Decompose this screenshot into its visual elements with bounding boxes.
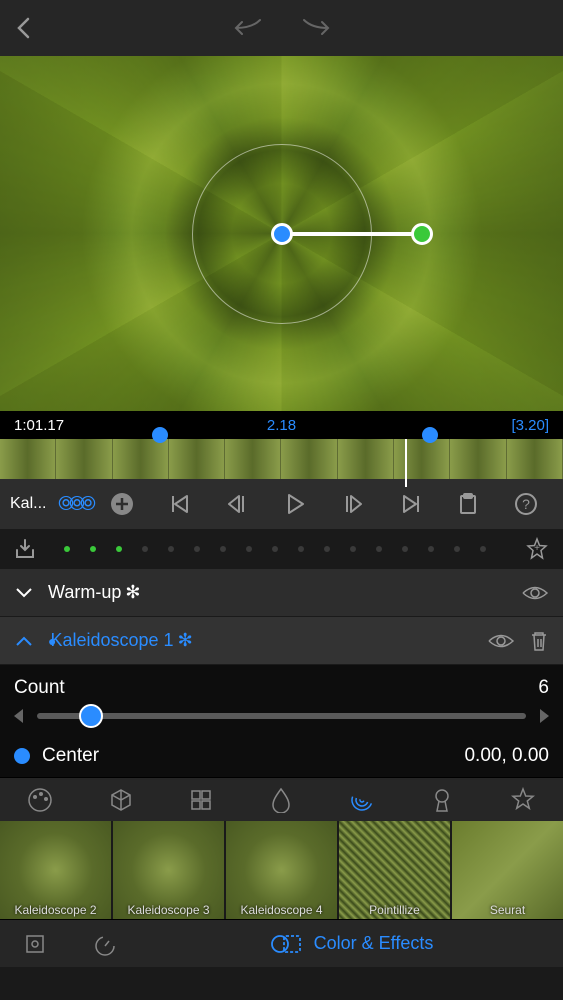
layer-dots — [54, 546, 517, 552]
add-keyframe-button[interactable] — [95, 492, 149, 516]
undo-button[interactable] — [234, 18, 266, 38]
effects-icon — [270, 932, 304, 956]
clipboard-button[interactable] — [442, 492, 496, 516]
play-button[interactable] — [268, 492, 322, 516]
go-end-button[interactable] — [384, 493, 438, 515]
slider-knob[interactable] — [79, 704, 103, 728]
tab-color-effects[interactable]: Color & Effects — [140, 932, 563, 956]
preset-item[interactable]: Kaleidoscope 2 — [0, 821, 111, 919]
preset-label: Kaleidoscope 2 — [0, 903, 111, 917]
prev-frame-button[interactable] — [211, 493, 265, 515]
help-button[interactable]: ? — [499, 492, 553, 516]
keyframe-indicator-icon[interactable] — [14, 748, 30, 764]
preset-item[interactable]: Kaleidoscope 4 — [226, 821, 337, 919]
count-slider[interactable] — [37, 713, 526, 719]
stamps-icon[interactable]: ⦾⦾⦾ — [58, 493, 91, 516]
param-label: Center — [42, 745, 452, 767]
visibility-toggle[interactable] — [487, 632, 515, 650]
timeline[interactable] — [0, 439, 563, 479]
playhead[interactable] — [405, 439, 407, 487]
tab-speed[interactable] — [70, 931, 140, 957]
effect-angle-line — [282, 232, 422, 236]
modified-icon: ✻ — [178, 630, 193, 650]
effect-label: Kal... — [10, 495, 54, 513]
back-button[interactable] — [16, 17, 30, 39]
preset-item[interactable]: Kaleidoscope 3 — [113, 821, 224, 919]
tab-grid[interactable] — [161, 788, 241, 812]
preset-label: Seurat — [452, 903, 563, 917]
favorite-add-button[interactable]: + — [525, 537, 549, 561]
tab-blur[interactable] — [241, 787, 321, 813]
tab-crop[interactable] — [0, 931, 70, 957]
decrement-button[interactable] — [14, 709, 23, 723]
svg-text:?: ? — [522, 496, 530, 512]
timecode-duration: [3.20] — [371, 417, 549, 434]
tab-3d[interactable] — [80, 787, 160, 813]
delete-button[interactable] — [529, 629, 549, 653]
preset-item[interactable]: Pointillize — [339, 821, 450, 919]
import-button[interactable] — [14, 538, 36, 560]
preset-item[interactable]: Seurat — [452, 821, 563, 919]
chevron-up-icon — [14, 635, 34, 647]
preset-label: Pointillize — [339, 903, 450, 917]
param-value: 0.00, 0.00 — [464, 745, 549, 767]
preview-viewport[interactable] — [0, 56, 563, 411]
keyframe-marker[interactable] — [152, 427, 168, 443]
keyframe-marker[interactable] — [422, 427, 438, 443]
next-frame-button[interactable] — [326, 493, 380, 515]
redo-button[interactable] — [298, 18, 330, 38]
tab-palette[interactable] — [0, 787, 80, 813]
timecode-current: 2.18 — [192, 417, 370, 434]
tab-distort[interactable] — [322, 787, 402, 813]
modified-icon: ✻ — [125, 582, 140, 602]
effect-row-warmup[interactable]: Warm-up✻ — [0, 569, 563, 617]
svg-text:+: + — [534, 543, 540, 554]
preset-label: Kaleidoscope 4 — [226, 903, 337, 917]
param-label: Count — [14, 677, 65, 699]
effect-row-kaleidoscope[interactable]: ●Kaleidoscope 1✻ — [0, 617, 563, 665]
effect-name: Kaleidoscope 1 — [50, 630, 173, 650]
go-start-button[interactable] — [153, 493, 207, 515]
angle-handle[interactable] — [411, 223, 433, 245]
param-center-row[interactable]: Center 0.00, 0.00 — [0, 735, 563, 777]
tab-keyhole[interactable] — [402, 787, 482, 813]
bottom-tab-label: Color & Effects — [314, 933, 434, 954]
increment-button[interactable] — [540, 709, 549, 723]
visibility-toggle[interactable] — [521, 584, 549, 602]
preset-label: Kaleidoscope 3 — [113, 903, 224, 917]
chevron-down-icon — [14, 587, 34, 599]
param-value: 6 — [538, 677, 549, 699]
center-handle[interactable] — [271, 223, 293, 245]
tab-favorites[interactable] — [483, 787, 563, 813]
effect-name: Warm-up — [48, 582, 121, 602]
